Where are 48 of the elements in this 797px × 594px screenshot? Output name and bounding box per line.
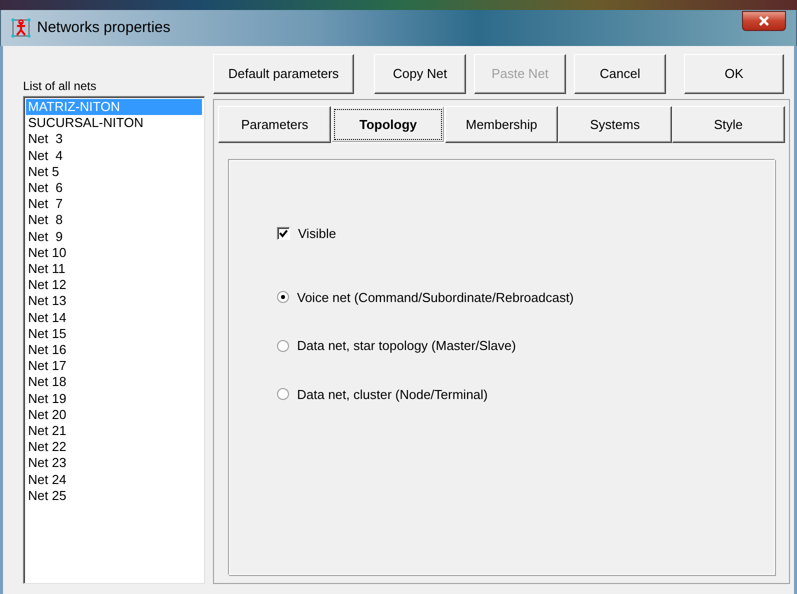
tab[interactable]: Style [672, 106, 786, 143]
close-button[interactable] [742, 11, 786, 31]
net-list-item[interactable]: Net 11 [26, 261, 202, 278]
list-label: List of all nets [23, 79, 98, 94]
net-list-item[interactable]: Net 24 [26, 472, 202, 488]
net-list-item[interactable]: Net 4 [26, 148, 202, 164]
radio[interactable] [277, 340, 289, 352]
net-list-item[interactable]: Net 21 [26, 423, 202, 440]
net-list-item[interactable]: Net 5 [26, 164, 202, 180]
tab[interactable]: Membership [444, 106, 558, 143]
ok-button[interactable]: OK [684, 54, 784, 94]
checkbox[interactable] [277, 227, 290, 240]
tab[interactable]: Systems [558, 106, 672, 143]
net-type-radio[interactable]: Data net, cluster (Node/Terminal) [277, 384, 774, 404]
net-list-item[interactable]: Net 16 [26, 342, 202, 358]
window-title: Networks properties [37, 18, 170, 38]
net-list-item[interactable]: Net 20 [26, 406, 202, 424]
net-list-item[interactable]: SUCURSAL-NITON [26, 115, 202, 132]
check-icon [279, 229, 288, 238]
net-list-item[interactable]: Net 3 [26, 131, 202, 148]
net-list-item[interactable]: Net 6 [26, 180, 202, 196]
net-list-item[interactable]: Net 10 [26, 244, 202, 262]
close-icon [759, 16, 769, 26]
net-list-item[interactable]: Net 13 [26, 293, 202, 310]
tab[interactable]: Topology [331, 106, 445, 143]
network-icon [11, 18, 31, 38]
net-list-item[interactable]: Net 19 [26, 390, 202, 407]
net-list-item[interactable]: Net 22 [26, 439, 202, 456]
net-list-item[interactable]: Net 8 [26, 212, 202, 229]
net-type-radio[interactable]: Voice net (Command/Subordinate/Rebroadcast) [277, 288, 774, 307]
net-list-item[interactable]: Net 18 [26, 374, 202, 391]
nets-listbox[interactable]: MATRIZ-NITON SUCURSAL-NITON Net 3 Net 4 Net 5 Net 6 Net 7 Net 8 Net 9 Net 10 Net 11 Net 12 Net 13 Net 14 Net 15 Net 16 Net 17 Net 18 Net 19 Net 20 Net 21 Net 22 Net 23 Net 24 Net 25 [23, 96, 205, 584]
visible-checkbox[interactable]: Visible [277, 224, 774, 244]
copy-button[interactable]: Copy Net [374, 54, 466, 94]
net-list-item[interactable]: Net 7 [26, 196, 202, 212]
net-list-item[interactable]: Net 12 [26, 277, 202, 294]
defaults-button[interactable]: Default parameters [213, 54, 354, 94]
radio[interactable] [277, 291, 289, 304]
cancel-button[interactable]: Cancel [574, 54, 666, 94]
tab[interactable]: Parameters [218, 106, 332, 143]
net-list-item[interactable]: Net 25 [26, 488, 202, 504]
net-list-item[interactable]: Net 14 [26, 310, 202, 326]
net-list-item[interactable]: Net 15 [26, 326, 202, 342]
net-list-item[interactable]: Net 23 [26, 455, 202, 472]
radio[interactable] [277, 388, 289, 400]
net-list-item[interactable]: Net 9 [26, 228, 202, 245]
net-list-item[interactable]: Net 17 [26, 358, 202, 374]
net-type-radio[interactable]: Data net, star topology (Master/Slave) [277, 336, 774, 356]
